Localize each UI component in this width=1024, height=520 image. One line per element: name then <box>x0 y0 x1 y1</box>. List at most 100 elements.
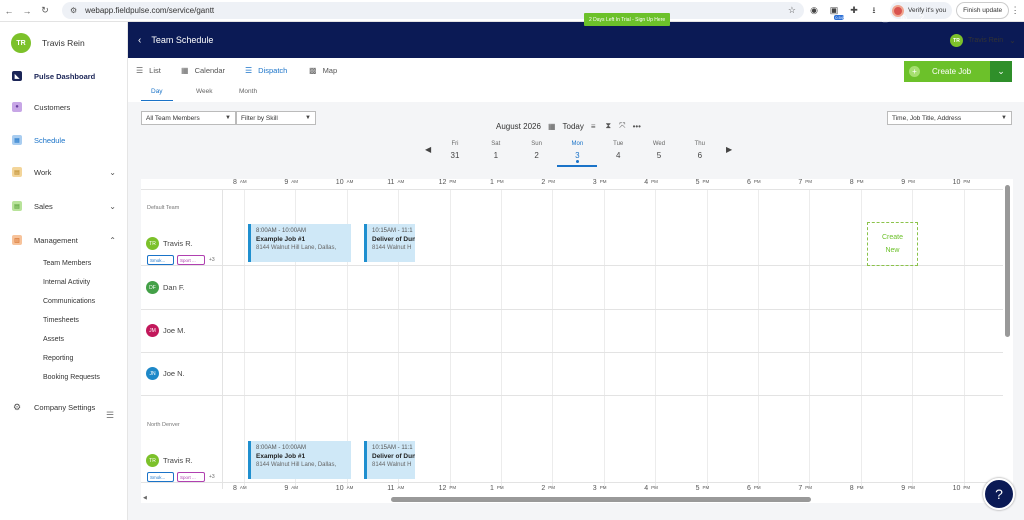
create-job-button[interactable]: + Create Job ⌄ <box>904 61 1012 82</box>
tab-map[interactable]: ▩ Map <box>309 66 337 75</box>
reload-icon[interactable]: ↻ <box>36 5 54 16</box>
prev-week-icon[interactable]: ◀ <box>425 145 431 154</box>
trial-banner-button[interactable]: 2 Days Left In Trial - Sign Up Here <box>584 13 671 26</box>
collapse-sidebar-icon[interactable]: ☰ <box>106 410 114 421</box>
row-divider <box>141 189 1003 190</box>
search-select[interactable]: Time, Job Title, Address ▼ <box>887 111 1012 125</box>
sidebar-sub-internal-activity[interactable]: Internal Activity <box>43 279 90 286</box>
sidebar-item-label: Customers <box>34 102 71 112</box>
back-chevron-icon[interactable]: ‹ <box>138 35 141 46</box>
day-tue[interactable]: Tue 4 <box>601 141 635 160</box>
day-thu[interactable]: Thu 6 <box>683 141 717 160</box>
help-circle-icon[interactable]: ? <box>919 13 924 23</box>
chevron-down-icon[interactable]: ⌄ <box>109 168 116 177</box>
horizontal-scrollbar[interactable] <box>391 497 811 502</box>
tab-calendar[interactable]: ▦ Calendar <box>181 66 225 75</box>
day-mon[interactable]: Mon 3 <box>560 141 594 160</box>
team-members-select[interactable]: All Team Members ▼ <box>141 111 236 125</box>
sidebar-item-dashboard[interactable]: ◣ Pulse Dashboard <box>0 67 128 85</box>
skill-filter-select[interactable]: Filter by Skill ▼ <box>236 111 316 125</box>
sidebar-item-label: Sales <box>34 201 53 211</box>
hour-period: PM <box>702 485 710 490</box>
finish-update-button[interactable]: Finish update <box>956 2 1010 19</box>
job-time: 8:00AM - 10:00AM <box>256 445 307 451</box>
subtab-week[interactable]: Week <box>196 88 213 95</box>
filter-icon[interactable]: ≡ <box>591 122 596 131</box>
subtab-day[interactable]: Day <box>151 88 163 95</box>
job-card-deliver[interactable]: 10:15AM - 11:1 Deliver of Dun 8144 Walnu… <box>364 441 415 479</box>
create-job-main[interactable]: + Create Job <box>904 61 990 82</box>
chevron-down-icon[interactable]: ⌄ <box>109 202 116 211</box>
day-fri[interactable]: Fri 31 <box>438 141 472 160</box>
sidebar-user[interactable]: TR Travis Rein <box>0 22 127 64</box>
browser-menu-icon[interactable]: ⋮ <box>1009 5 1021 16</box>
skill-tag-smoke[interactable]: Smok... <box>147 255 174 265</box>
top-user-menu[interactable]: TR Travis Rein ⌄ <box>950 34 1016 47</box>
compress-icon[interactable]: ⤧ <box>619 121 625 131</box>
add-circle-icon[interactable]: ⊕ <box>900 13 908 24</box>
member-row-travis[interactable]: TR Travis R. <box>146 237 193 250</box>
more-tags[interactable]: +3 <box>209 257 215 263</box>
sidebar-sub-reporting[interactable]: Reporting <box>43 355 73 362</box>
vertical-scrollbar[interactable] <box>1005 185 1010 337</box>
search-icon[interactable]: ⌕ <box>821 13 826 24</box>
sidebar-sub-assets[interactable]: Assets <box>43 336 64 343</box>
job-card-example[interactable]: 8:00AM - 10:00AM Example Job #1 8144 Wal… <box>248 224 351 262</box>
member-row-dan[interactable]: DF Dan F. <box>146 281 185 294</box>
sidebar-sub-team-members[interactable]: Team Members <box>43 260 91 267</box>
day-sat[interactable]: Sat 1 <box>479 141 513 160</box>
day-name: Fri <box>451 141 459 147</box>
bell-icon[interactable]: ♪ <box>841 13 846 23</box>
member-row-joe-m[interactable]: JM Joe M. <box>146 324 186 337</box>
sidebar-item-management[interactable]: ▥ Management ⌃ <box>0 231 128 249</box>
sidebar-sub-timesheets[interactable]: Timesheets <box>43 317 79 324</box>
address-bar[interactable]: ⚙ webapp.fieldpulse.com/service/gantt ☆ <box>62 2 804 19</box>
member-row-travis-north[interactable]: TR Travis R. <box>146 454 193 467</box>
sidebar-item-work[interactable]: ▤ Work ⌄ <box>0 163 128 181</box>
hour-number: 2 <box>541 485 546 492</box>
more-tags[interactable]: +3 <box>209 474 215 480</box>
tab-list[interactable]: ☰ List <box>136 66 161 75</box>
hourglass-icon[interactable]: ⧗ <box>606 121 612 131</box>
hour-period: PM <box>651 485 658 490</box>
subtab-month[interactable]: Month <box>239 88 257 95</box>
day-sun[interactable]: Sun 2 <box>520 141 554 160</box>
select-value: Filter by Skill <box>241 114 278 122</box>
forward-arrow-icon[interactable]: → <box>18 6 36 16</box>
dispatch-icon: ☰ <box>245 66 253 75</box>
skill-tag-sport[interactable]: Sport ... <box>177 255 205 265</box>
today-button[interactable]: Today <box>563 122 584 131</box>
site-info-icon[interactable]: ⚙ <box>70 6 77 15</box>
create-new-slot[interactable]: Create New <box>867 222 918 266</box>
skill-tag-sport[interactable]: Sport ... <box>177 472 205 482</box>
sidebar-sub-booking-requests[interactable]: Booking Requests <box>43 374 100 381</box>
hour-number: 9 <box>284 179 289 186</box>
bookmark-star-icon[interactable]: ☆ <box>788 5 796 16</box>
sidebar-item-sales[interactable]: ▤ Sales ⌄ <box>0 197 128 215</box>
tab-dispatch[interactable]: ☰ Dispatch <box>245 66 287 75</box>
member-row-joe-n[interactable]: JN Joe N. <box>146 367 185 380</box>
scroll-left-icon[interactable]: ◀ <box>143 495 147 501</box>
help-button[interactable]: ? <box>983 478 1015 510</box>
back-arrow-icon[interactable]: ← <box>0 6 18 16</box>
hour-period: PM <box>496 485 504 490</box>
sidebar-item-customers[interactable]: ● Customers <box>0 98 128 116</box>
notes-icon[interactable]: ▢ <box>881 13 890 24</box>
chevron-down-icon[interactable]: ⌄ <box>990 61 1012 82</box>
day-wed[interactable]: Wed 5 <box>642 141 676 160</box>
more-icon[interactable]: ••• <box>633 122 641 131</box>
sidebar-item-schedule[interactable]: ▦ Schedule <box>0 131 128 149</box>
sidebar-sub-communications[interactable]: Communications <box>43 298 95 305</box>
row-divider <box>141 309 1003 310</box>
map-icon: ▩ <box>309 66 317 75</box>
hour-label: 9 PM <box>901 485 915 492</box>
job-card-deliver[interactable]: 10:15AM - 11:1 Deliver of Dun 8144 Walnu… <box>364 224 415 262</box>
management-icon: ▥ <box>12 235 22 245</box>
skill-tag-smoke[interactable]: Smok... <box>147 472 174 482</box>
hour-number: 10 <box>335 179 344 186</box>
job-card-example[interactable]: 8:00AM - 10:00AM Example Job #1 8144 Wal… <box>248 441 351 479</box>
refresh-icon[interactable]: ↻ <box>861 13 869 24</box>
chevron-up-icon[interactable]: ⌃ <box>109 236 116 245</box>
calendar-icon[interactable]: ▦ <box>548 122 556 131</box>
next-week-icon[interactable]: ▶ <box>726 145 732 154</box>
